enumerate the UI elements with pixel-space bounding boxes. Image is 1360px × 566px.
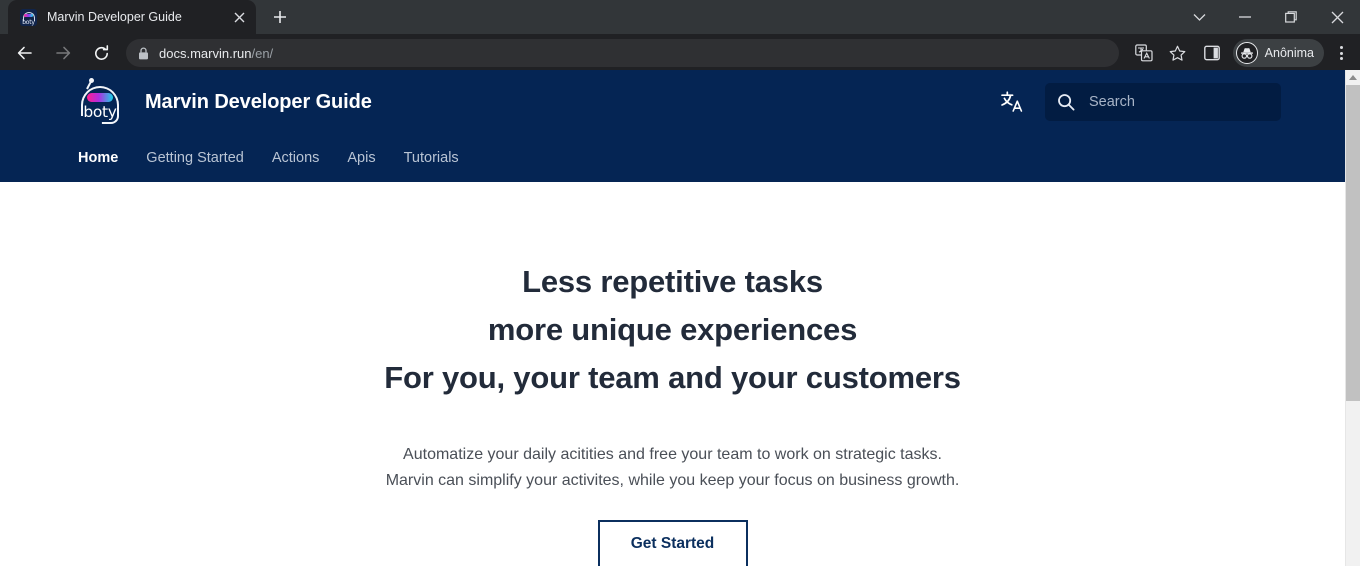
scroll-up-arrow-icon[interactable]: [1346, 70, 1360, 85]
page-viewport: boty Marvin Developer Guide Search Home …: [0, 70, 1360, 566]
plus-icon[interactable]: [266, 3, 294, 31]
hero-paragraph-line-1: Automatize your daily acitities and free…: [403, 446, 942, 463]
search-icon: [1057, 93, 1075, 111]
boty-robot-logo-icon[interactable]: boty: [78, 78, 122, 124]
hero-section: Less repetitive tasks more unique experi…: [0, 182, 1345, 566]
close-icon[interactable]: [230, 8, 248, 26]
url-domain: docs.marvin.run: [159, 45, 252, 61]
window-controls: [1176, 0, 1360, 34]
web-page: boty Marvin Developer Guide Search Home …: [0, 70, 1345, 566]
boty-logo-icon: boty: [20, 8, 37, 26]
browser-toolbar: docs.marvin.run/en/ Anônima: [0, 34, 1360, 72]
address-bar[interactable]: docs.marvin.run/en/: [126, 39, 1119, 67]
nav-item-getting-started[interactable]: Getting Started: [146, 150, 244, 166]
back-arrow-icon[interactable]: [10, 38, 40, 68]
reload-icon[interactable]: [86, 38, 116, 68]
browser-window: boty Marvin Developer Guide docs.marvin.…: [0, 0, 1360, 566]
hero-headline-line-3: For you, your team and your customers: [384, 360, 961, 395]
scrollbar-thumb[interactable]: [1346, 85, 1360, 401]
hero-headline: Less repetitive tasks more unique experi…: [0, 258, 1345, 402]
site-header: boty Marvin Developer Guide Search Home …: [0, 70, 1345, 182]
hero-headline-line-1: Less repetitive tasks: [522, 264, 823, 299]
three-dot-menu-icon[interactable]: [1328, 38, 1354, 68]
address-bar-url: docs.marvin.run/en/: [159, 46, 273, 61]
site-header-actions: [995, 83, 1281, 121]
incognito-avatar-icon: [1235, 42, 1258, 64]
nav-item-home[interactable]: Home: [78, 150, 118, 166]
logo-wordmark: boty: [83, 103, 117, 121]
side-panel-icon[interactable]: [1198, 39, 1226, 67]
site-nav: Home Getting Started Actions Apis Tutori…: [0, 134, 1345, 182]
maximize-icon[interactable]: [1268, 0, 1314, 34]
language-translate-icon[interactable]: [995, 86, 1027, 118]
tab-strip: boty Marvin Developer Guide: [0, 0, 1360, 34]
hero-paragraph: Automatize your daily acitities and free…: [0, 442, 1345, 494]
profile-button[interactable]: Anônima: [1232, 39, 1324, 67]
hero-headline-line-2: more unique experiences: [487, 312, 858, 347]
favicon-label: boty: [22, 18, 35, 26]
chevron-down-icon[interactable]: [1176, 0, 1222, 34]
search-box[interactable]: [1045, 83, 1281, 121]
translate-page-icon[interactable]: [1130, 39, 1158, 67]
url-path: /en/: [251, 45, 274, 61]
nav-item-actions[interactable]: Actions: [272, 150, 320, 166]
browser-tab[interactable]: boty Marvin Developer Guide: [8, 0, 256, 34]
nav-item-tutorials[interactable]: Tutorials: [404, 150, 459, 166]
get-started-button[interactable]: Get Started: [597, 520, 748, 566]
site-header-top: boty Marvin Developer Guide: [0, 70, 1345, 134]
search-input[interactable]: [1089, 94, 1276, 110]
hero-paragraph-line-2: Marvin can simplify your activites, whil…: [385, 472, 960, 489]
profile-name-label: Anônima: [1264, 46, 1314, 60]
page-title: Marvin Developer Guide: [145, 90, 372, 113]
minimize-icon[interactable]: [1222, 0, 1268, 34]
star-icon[interactable]: [1164, 39, 1192, 67]
forward-arrow-icon[interactable]: [48, 38, 78, 68]
lock-icon: [138, 46, 149, 60]
vertical-scrollbar[interactable]: [1345, 70, 1360, 566]
nav-item-apis[interactable]: Apis: [347, 150, 375, 166]
tab-title: Marvin Developer Guide: [47, 10, 182, 24]
close-icon[interactable]: [1314, 0, 1360, 34]
